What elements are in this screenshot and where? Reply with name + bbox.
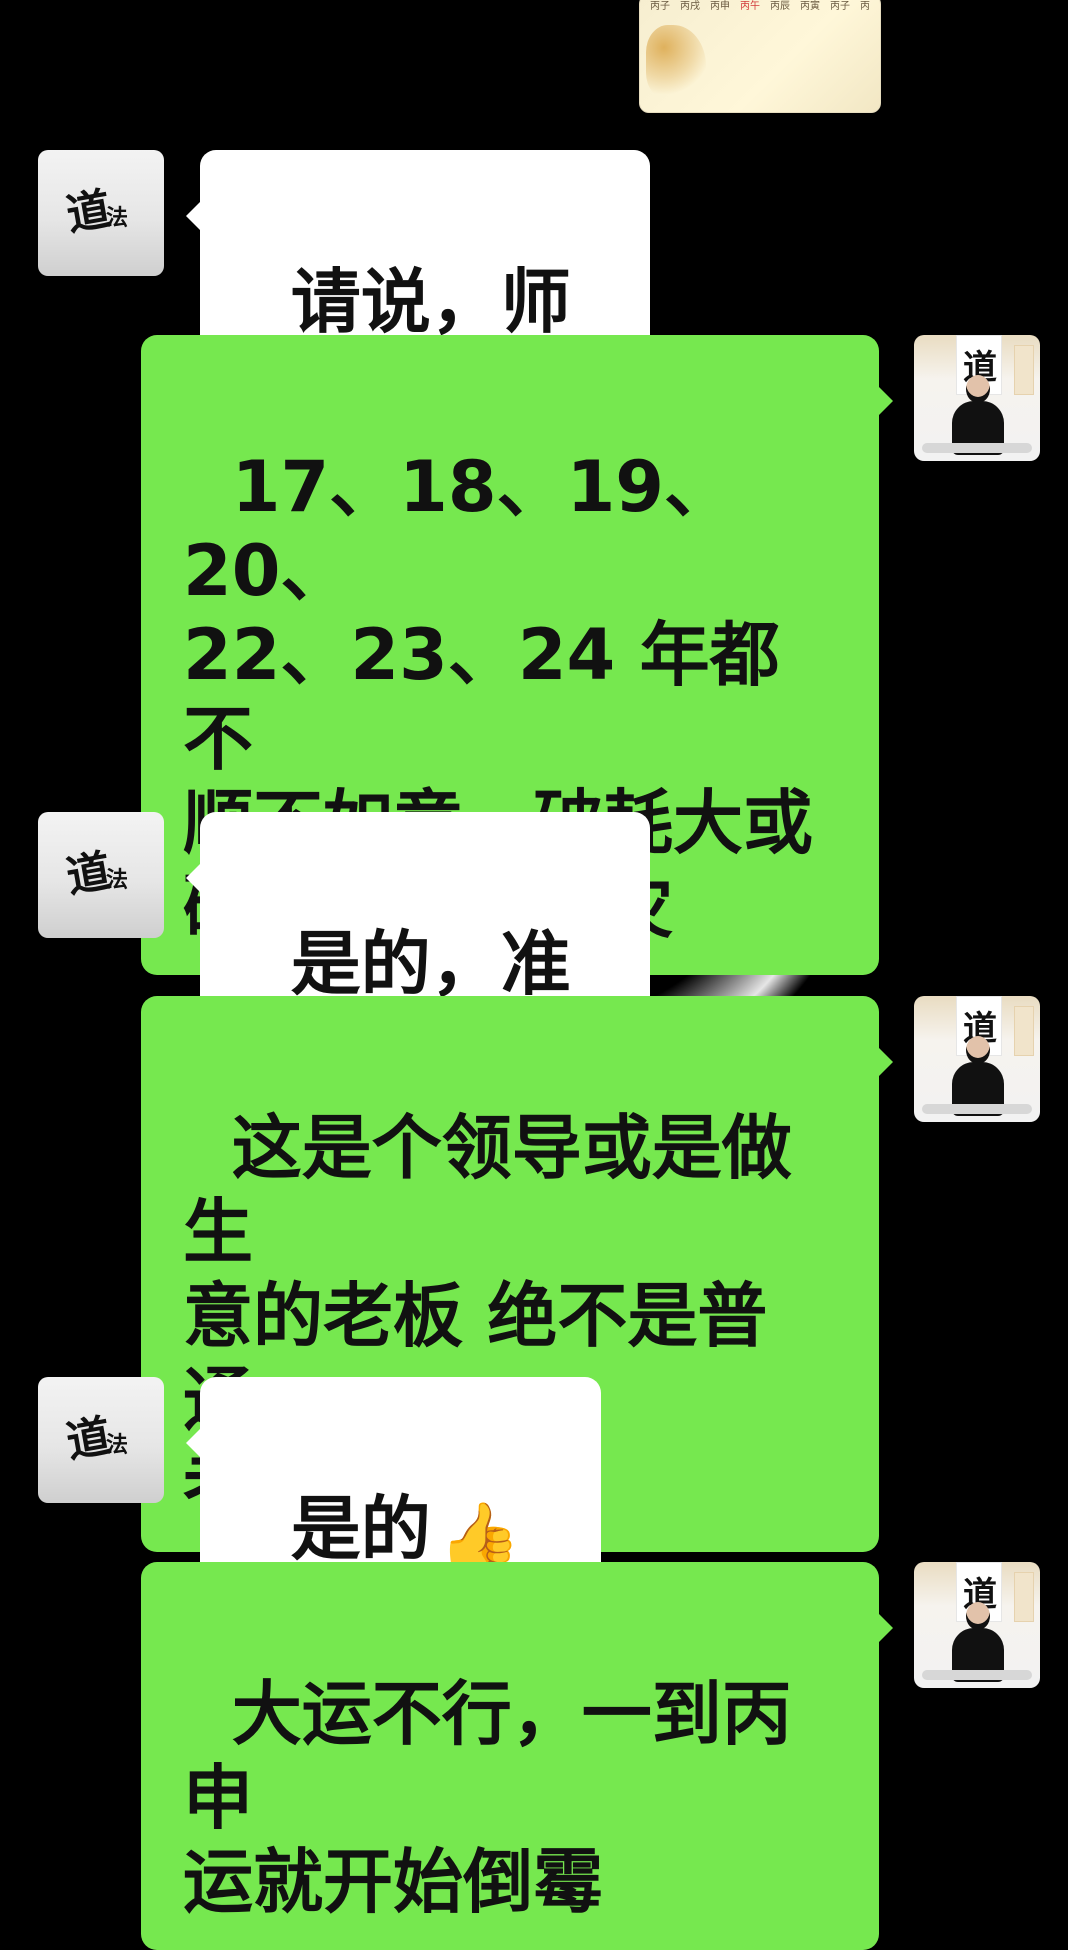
head-icon xyxy=(966,1036,990,1064)
side-scroll xyxy=(1014,345,1034,395)
message-bubble-outgoing[interactable]: 大运不行，一到丙申 运就开始倒霉 xyxy=(141,1562,893,1950)
master-avatar[interactable]: 道 xyxy=(914,1562,1040,1688)
side-scroll xyxy=(1014,1572,1034,1622)
shared-image-thumbnail[interactable]: 丙子 丙戌 丙申 丙午 丙辰 丙寅 丙子 丙 xyxy=(639,0,881,113)
image-label: 丙子 xyxy=(830,1,850,12)
image-label: 丙寅 xyxy=(800,1,820,12)
message-text: 是的 xyxy=(290,1488,431,1570)
desk-icon xyxy=(922,1670,1032,1680)
master-avatar[interactable]: 道 xyxy=(914,996,1040,1122)
image-label: 丙子 xyxy=(650,1,670,12)
image-label: 丙申 xyxy=(710,1,730,12)
image-label-highlight: 丙午 xyxy=(740,1,760,12)
desk-icon xyxy=(922,443,1032,453)
image-label: 丙辰 xyxy=(770,1,790,12)
logo-avatar[interactable]: 道 法 xyxy=(38,150,164,276)
dragon-decoration-icon xyxy=(646,25,706,100)
image-header-row: 丙子 丙戌 丙申 丙午 丙辰 丙寅 丙子 丙 xyxy=(650,0,870,12)
logo-avatar[interactable]: 道 法 xyxy=(38,1377,164,1503)
message-text: 大运不行，一到丙申 运就开始倒霉 xyxy=(183,1673,792,1923)
side-scroll xyxy=(1014,1006,1034,1056)
fa-ziran-characters: 法 xyxy=(106,205,129,231)
image-label: 丙 xyxy=(860,1,870,12)
desk-icon xyxy=(922,1104,1032,1114)
logo-avatar[interactable]: 道 法 xyxy=(38,812,164,938)
head-icon xyxy=(966,375,990,403)
head-icon xyxy=(966,1602,990,1630)
fa-ziran-characters: 法 xyxy=(106,1432,129,1458)
fa-ziran-characters: 法 xyxy=(106,867,129,893)
image-label: 丙戌 xyxy=(680,1,700,12)
master-avatar[interactable]: 道 xyxy=(914,335,1040,461)
